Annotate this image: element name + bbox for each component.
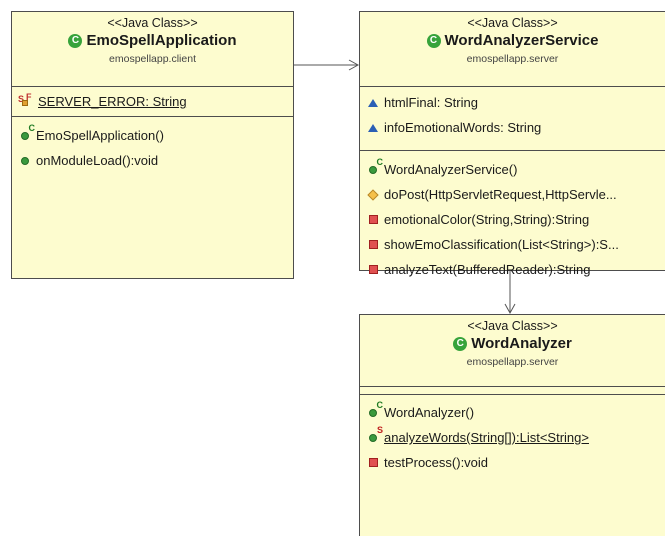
constructor-icon: C xyxy=(366,400,383,420)
method-row[interactable]: testProcess():void xyxy=(360,450,665,475)
method-row[interactable]: S analyzeWords(String[]):List<String> xyxy=(360,425,665,450)
constructor-icon: C xyxy=(366,157,383,177)
package-field-icon xyxy=(366,121,380,135)
class-icon: C xyxy=(68,34,83,48)
fields-compartment: htmlFinal: String infoEmotionalWords: St… xyxy=(360,86,665,150)
class-icon: C xyxy=(426,34,441,48)
method-text: WordAnalyzer() xyxy=(384,405,475,420)
class-name: C WordAnalyzer xyxy=(360,334,665,354)
class-box-emospellapplication[interactable]: <<Java Class>> C EmoSpellApplication emo… xyxy=(11,11,294,279)
private-method-icon xyxy=(366,238,380,252)
class-header: <<Java Class>> C WordAnalyzer emospellap… xyxy=(360,315,665,386)
method-text: testProcess():void xyxy=(384,455,489,470)
field-row[interactable]: infoEmotionalWords: String xyxy=(360,115,665,140)
method-text: analyzeText(BufferedReader):String xyxy=(384,262,591,277)
methods-compartment: C WordAnalyzerService() doPost(HttpServl… xyxy=(360,150,665,282)
package-label: emospellapp.client xyxy=(109,53,196,65)
method-text: WordAnalyzerService() xyxy=(384,162,518,177)
method-text: showEmoClassification(List<String>):S... xyxy=(384,237,619,252)
public-method-icon xyxy=(18,154,32,168)
field-text: infoEmotionalWords: String xyxy=(384,120,542,135)
stereotype-label: <<Java Class>> xyxy=(467,319,558,333)
static-method-icon: S xyxy=(366,425,383,445)
class-name-text: WordAnalyzer xyxy=(471,335,572,352)
method-text: analyzeWords(String[]):List<String> xyxy=(384,430,589,445)
fields-compartment xyxy=(360,386,665,394)
method-row[interactable]: C EmoSpellApplication() xyxy=(12,123,293,148)
package-label: emospellapp.server xyxy=(466,53,559,65)
method-row[interactable]: analyzeText(BufferedReader):String xyxy=(360,257,665,282)
class-header: <<Java Class>> C WordAnalyzerService emo… xyxy=(360,12,665,86)
stereotype-label: <<Java Class>> xyxy=(107,16,198,30)
field-row[interactable]: htmlFinal: String xyxy=(360,90,665,115)
stereotype-label: <<Java Class>> xyxy=(467,16,558,30)
association-emo-to-service xyxy=(293,59,360,71)
fields-compartment: SF SERVER_ERROR: String xyxy=(12,86,293,116)
protected-method-icon xyxy=(366,188,380,202)
method-row[interactable]: showEmoClassification(List<String>):S... xyxy=(360,232,665,257)
methods-compartment: C EmoSpellApplication() onModuleLoad():v… xyxy=(12,116,293,173)
class-box-wordanalyzer[interactable]: <<Java Class>> C WordAnalyzer emospellap… xyxy=(359,314,665,536)
class-name: C WordAnalyzerService xyxy=(360,31,665,51)
method-text: EmoSpellApplication() xyxy=(36,128,164,143)
methods-compartment: C WordAnalyzer() S analyzeWords(String[]… xyxy=(360,394,665,475)
method-row[interactable]: C WordAnalyzer() xyxy=(360,400,665,425)
method-row[interactable]: C WordAnalyzerService() xyxy=(360,157,665,182)
static-final-field-icon: SF xyxy=(18,91,32,106)
private-method-icon xyxy=(366,213,380,227)
class-name-text: EmoSpellApplication xyxy=(86,32,237,49)
class-icon: C xyxy=(453,337,468,351)
method-row[interactable]: emotionalColor(String,String):String xyxy=(360,207,665,232)
private-method-icon xyxy=(366,456,380,470)
constructor-icon: C xyxy=(18,123,35,143)
method-text: onModuleLoad():void xyxy=(36,153,159,168)
method-text: emotionalColor(String,String):String xyxy=(384,212,590,227)
field-text: htmlFinal: String xyxy=(384,95,478,110)
package-field-icon xyxy=(366,96,380,110)
private-method-icon xyxy=(366,263,380,277)
class-header: <<Java Class>> C EmoSpellApplication emo… xyxy=(12,12,293,86)
method-row[interactable]: doPost(HttpServletRequest,HttpServle... xyxy=(360,182,665,207)
package-label: emospellapp.server xyxy=(466,356,559,368)
class-box-wordanalyzerservice[interactable]: <<Java Class>> C WordAnalyzerService emo… xyxy=(359,11,665,277)
class-name-text: WordAnalyzerService xyxy=(444,32,599,49)
method-text: doPost(HttpServletRequest,HttpServle... xyxy=(384,187,617,202)
class-name: C EmoSpellApplication xyxy=(12,31,293,51)
field-text: SERVER_ERROR: String xyxy=(38,94,187,109)
field-row[interactable]: SF SERVER_ERROR: String xyxy=(12,89,293,114)
method-row[interactable]: onModuleLoad():void xyxy=(12,148,293,173)
